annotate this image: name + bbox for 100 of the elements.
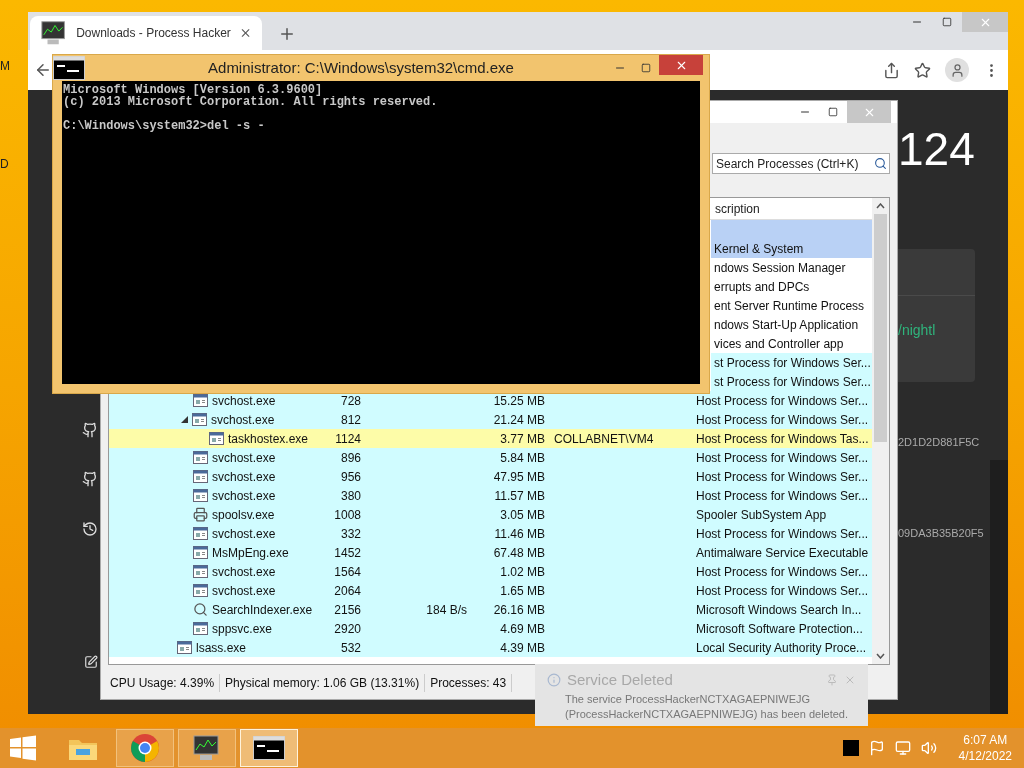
console-icon (253, 736, 285, 760)
profile-avatar[interactable] (945, 58, 969, 82)
share-icon[interactable] (883, 61, 900, 79)
process-row[interactable]: svchost.exe 2064 1.65 MB Host Process for Windows Ser... (109, 581, 872, 600)
star-icon[interactable] (914, 61, 931, 79)
flag-icon[interactable] (868, 740, 885, 756)
network-icon[interactable] (894, 740, 911, 756)
description-cell: Host Process for Windows Tas... (696, 431, 869, 446)
process-name: lsass.exe (196, 639, 247, 657)
window-icon (177, 641, 192, 654)
windows-logo-icon[interactable] (10, 735, 36, 761)
memory-cell: 21.24 MB (493, 412, 545, 427)
pid-cell: 1452 (334, 545, 361, 560)
process-row[interactable]: svchost.exe 812 21.24 MB Host Process for Windows Ser... (109, 410, 872, 429)
window-icon (193, 489, 208, 502)
desktop-icon-label: D (0, 158, 10, 170)
process-row[interactable]: Kernel & System (711, 239, 872, 258)
status-bar-item: Physical memory: 1.06 GB (13.31%) (220, 674, 426, 692)
printer-icon (193, 507, 208, 522)
console-line: (c) 2013 Microsoft Corporation. All rights reserved. (63, 96, 439, 108)
process-name: MsMpEng.exe (212, 544, 289, 562)
process-row[interactable]: taskhostex.exe 1124 3.77 MB COLLABNET\VM4 Host Process for Windows Tas... (109, 429, 872, 448)
scroll-down-icon[interactable] (876, 653, 885, 659)
description-cell: Host Process for Windows Ser... (696, 526, 869, 541)
maximize-icon[interactable] (828, 107, 838, 117)
download-link[interactable]: /nightl (898, 320, 975, 341)
process-name: svchost.exe (211, 411, 275, 429)
memory-cell: 4.69 MB (500, 621, 545, 636)
memory-cell: 1.65 MB (500, 583, 545, 598)
memory-cell: 11.57 MB (494, 488, 545, 503)
notification-message: The service ProcessHackerNCTXAGAEPNIWEJG (ProcessHackerNCTXAGAEPNIWEJG) has been deleted. (564, 691, 850, 722)
console-line: C:\Windows\system32>del -s - (63, 120, 266, 132)
process-name: spoolsv.exe (212, 506, 275, 524)
new-tab-icon[interactable] (278, 25, 296, 43)
status-bar-item: Processes: 43 (425, 674, 513, 692)
volume-icon[interactable] (920, 740, 937, 756)
window-icon (209, 432, 224, 445)
taskbar-app-button[interactable] (178, 729, 236, 767)
browser-tab[interactable]: Downloads - Process Hacker (30, 16, 262, 50)
description-cell: Host Process for Windows Ser... (696, 450, 869, 465)
window-icon (193, 451, 208, 464)
status-bar-item: CPU Usage: 4.39% (105, 674, 221, 692)
description-cell: Antimalware Service Executable (696, 545, 869, 560)
monitor-chart-icon (192, 734, 222, 762)
pid-cell: 728 (340, 393, 361, 408)
process-row[interactable]: lsass.exe 532 4.39 MB Local Security Authority Proce... (109, 638, 872, 657)
process-row[interactable]: spoolsv.exe 1008 3.05 MB Spooler SubSystem App (109, 505, 872, 524)
process-row[interactable]: svchost.exe 332 11.46 MB Host Process for Windows Ser... (109, 524, 872, 543)
notification-title: Service Deleted (567, 670, 673, 690)
description-cell: Host Process for Windows Ser... (696, 564, 869, 579)
process-row[interactable]: svchost.exe 380 11.57 MB Host Process for Windows Ser... (109, 486, 872, 505)
memory-cell: 67.48 MB (493, 545, 545, 560)
process-name: svchost.exe (212, 582, 276, 600)
page-heading: 124 (898, 126, 976, 172)
memory-cell: 15.25 MB (493, 393, 545, 408)
description-cell-text: ndows Session Manager (714, 259, 846, 277)
process-name: taskhostex.exe (228, 430, 309, 448)
maximize-icon[interactable] (942, 17, 952, 27)
description-cell: Spooler SubSystem App (696, 507, 827, 522)
github-icon[interactable] (82, 422, 98, 438)
window-icon (193, 565, 208, 578)
memory-cell: 3.05 MB (500, 507, 545, 522)
process-name: SearchIndexer.exe (212, 601, 313, 619)
scrollbar[interactable] (872, 198, 889, 664)
magnifier-icon (193, 602, 208, 617)
process-name: svchost.exe (212, 392, 276, 410)
process-row[interactable]: svchost.exe 956 47.95 MB Host Process for Windows Ser... (109, 467, 872, 486)
process-row[interactable]: SearchIndexer.exe 2156 184 B/s 26.16 MB Microsoft Windows Search In... (109, 600, 872, 619)
description-cell-text: vices and Controller app (714, 335, 844, 353)
pid-cell: 532 (340, 640, 361, 655)
description-cell: Microsoft Windows Search In... (696, 602, 862, 617)
description-cell-text: Kernel & System (714, 240, 804, 258)
io-cell: 184 B/s (426, 602, 467, 617)
memory-cell: 11.46 MB (494, 526, 545, 541)
process-name: svchost.exe (212, 525, 276, 543)
window-icon (193, 622, 208, 635)
description-cell-text: errupts and DPCs (714, 278, 810, 296)
process-name: svchost.exe (212, 468, 276, 486)
pid-cell: 380 (340, 488, 361, 503)
search-icon[interactable] (874, 157, 887, 170)
console-tray-icon[interactable] (842, 740, 859, 756)
memory-cell: 3.77 MB (500, 431, 545, 446)
memory-cell: 26.16 MB (493, 602, 545, 617)
column-header[interactable]: scription (713, 199, 760, 218)
expand-arrow-icon[interactable] (181, 416, 188, 423)
process-row[interactable]: MsMpEng.exe 1452 67.48 MB Antimalware Service Executable (109, 543, 872, 562)
edit-icon[interactable] (84, 655, 98, 669)
memory-cell: 4.39 MB (500, 640, 545, 655)
memory-cell: 47.95 MB (493, 469, 545, 484)
process-row[interactable]: svchost.exe 896 5.84 MB Host Process for Windows Ser... (109, 448, 872, 467)
pid-cell: 896 (340, 450, 361, 465)
description-cell: Host Process for Windows Ser... (696, 488, 869, 503)
history-icon[interactable] (82, 521, 98, 537)
process-row[interactable]: svchost.exe 1564 1.02 MB Host Process for Windows Ser... (109, 562, 872, 581)
github-icon[interactable] (82, 471, 98, 487)
process-row[interactable]: sppsvc.exe 2920 4.69 MB Microsoft Software Protection... (109, 619, 872, 638)
scroll-up-icon[interactable] (876, 203, 885, 209)
search-field[interactable]: Search Processes (Ctrl+K) (712, 153, 890, 174)
pid-cell: 1564 (334, 564, 361, 579)
maximize-icon[interactable] (641, 63, 651, 73)
